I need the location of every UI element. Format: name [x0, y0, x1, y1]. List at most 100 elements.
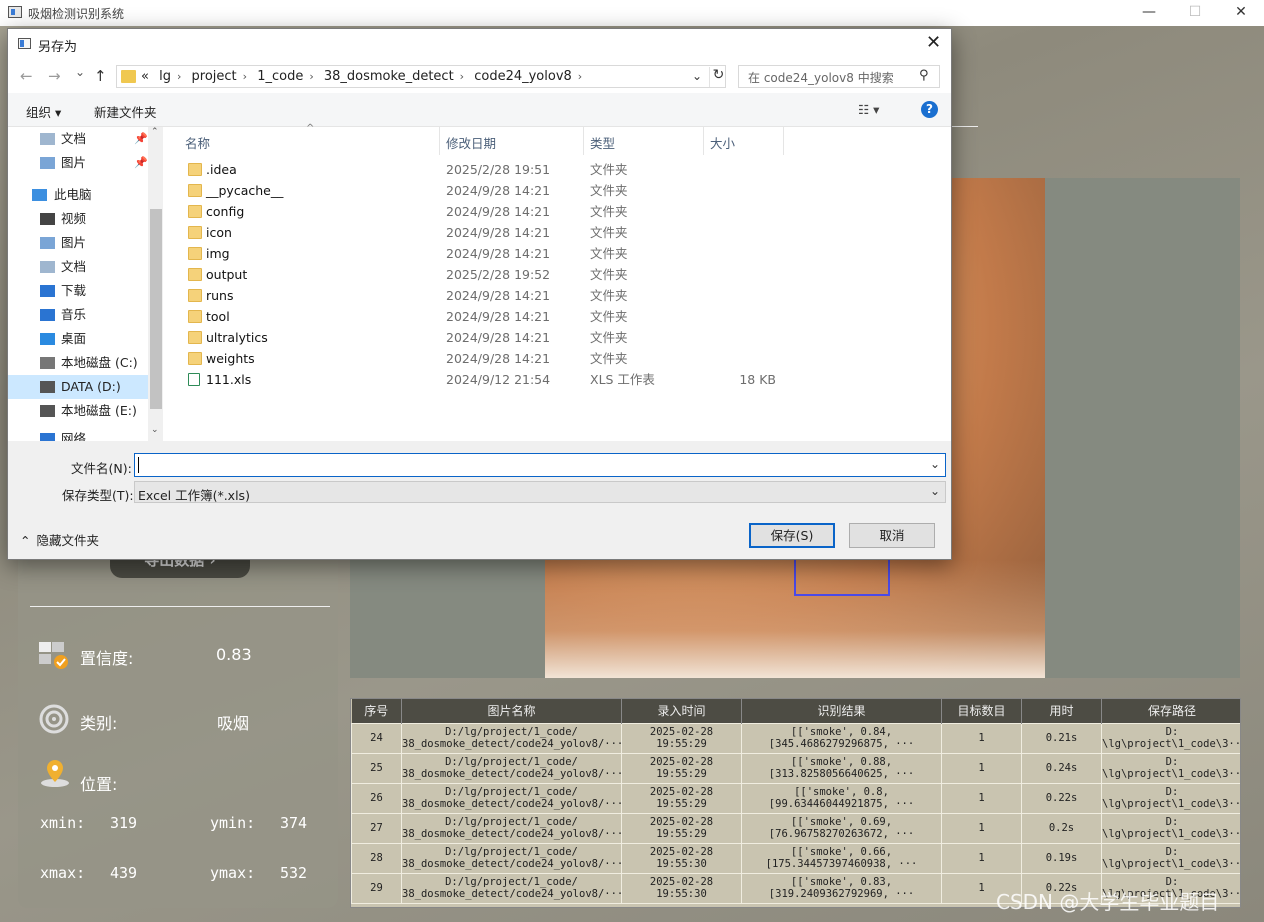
table-cell[interactable]: 2025-02-28 19:55:29 [621, 752, 742, 784]
table-cell[interactable]: 26 [351, 782, 402, 814]
minimize-button[interactable]: — [1126, 0, 1172, 26]
breadcrumb-item[interactable]: code24_yolov8 [474, 69, 572, 84]
table-cell[interactable]: [['smoke', 0.66, [175.34457397460938, ··· [741, 842, 942, 874]
table-cell[interactable]: [['smoke', 0.8, [99.63446044921875, ··· [741, 782, 942, 814]
file-row[interactable]: ultralytics 2024/9/28 14:21 文件夹 [163, 327, 951, 348]
file-row[interactable]: 111.xls 2024/9/12 21:54 XLS 工作表 18 KB [163, 369, 951, 390]
table-cell[interactable]: [['smoke', 0.69, [76.96758270263672, ··· [741, 812, 942, 844]
table-cell[interactable]: 0.2s [1021, 812, 1102, 844]
nav-item[interactable]: 本地磁盘 (C:) [8, 351, 156, 375]
column-header[interactable]: 目标数目 [941, 699, 1022, 723]
cancel-button[interactable]: 取消 [849, 523, 935, 548]
column-header[interactable]: 图片名称 [401, 699, 622, 723]
table-cell[interactable]: 1 [941, 722, 1022, 754]
address-bar[interactable]: « lg › project › 1_code › 38_dosmoke_detect… [116, 65, 726, 88]
table-cell[interactable]: D: \lg\project\1_code\3··· [1101, 722, 1240, 754]
table-cell[interactable]: D:/lg/project/1_code/38_dosmoke_detect/c… [401, 782, 622, 814]
column-separator[interactable] [703, 127, 704, 155]
chevron-right-icon[interactable]: › [177, 70, 181, 83]
column-header[interactable]: 识别结果 [741, 699, 942, 723]
chevron-right-icon[interactable]: › [309, 70, 313, 83]
pin-icon[interactable]: 📌 [134, 151, 148, 175]
column-header[interactable]: 保存路径 [1101, 699, 1240, 723]
nav-item[interactable]: 音乐 [8, 303, 156, 327]
new-folder-button[interactable]: 新建文件夹 [94, 102, 157, 121]
table-cell[interactable]: D:/lg/project/1_code/38_dosmoke_detect/c… [401, 722, 622, 754]
file-row[interactable]: runs 2024/9/28 14:21 文件夹 [163, 285, 951, 306]
table-cell[interactable]: D: \lg\project\1_code\3··· [1101, 842, 1240, 874]
table-cell[interactable]: 2025-02-28 19:55:30 [621, 842, 742, 874]
table-cell[interactable]: D: \lg\project\1_code\3··· [1101, 752, 1240, 784]
scrollbar-thumb[interactable] [150, 209, 162, 409]
column-date[interactable]: 修改日期 [446, 133, 496, 152]
pin-icon[interactable]: 📌 [134, 127, 148, 151]
table-cell[interactable]: 25 [351, 752, 402, 784]
table-cell[interactable]: D:/lg/project/1_code/38_dosmoke_detect/c… [401, 812, 622, 844]
help-icon[interactable]: ? [921, 101, 938, 118]
table-cell[interactable]: 2025-02-28 19:55:30 [621, 872, 742, 904]
table-cell[interactable]: D: \lg\project\1_code\3··· [1101, 782, 1240, 814]
close-button[interactable]: ✕ [1218, 0, 1264, 26]
up-arrow-icon[interactable]: ↑ [94, 67, 107, 85]
table-cell[interactable]: D:/lg/project/1_code/38_dosmoke_detect/c… [401, 872, 622, 904]
maximize-button[interactable]: ☐ [1172, 0, 1218, 26]
file-row[interactable]: config 2024/9/28 14:21 文件夹 [163, 201, 951, 222]
nav-item[interactable]: DATA (D:) [8, 375, 156, 399]
table-cell[interactable]: 2025-02-28 19:55:29 [621, 782, 742, 814]
chevron-down-icon[interactable]: ⌄ [692, 69, 702, 83]
table-cell[interactable]: [['smoke', 0.84, [345.4686279296875, ··· [741, 722, 942, 754]
results-table[interactable]: 序号 图片名称 录入时间 识别结果 目标数目 用时 保存路径 24 D:/lg/p… [350, 698, 1241, 908]
file-row[interactable]: tool 2024/9/28 14:21 文件夹 [163, 306, 951, 327]
breadcrumb-item[interactable]: 38_dosmoke_detect [324, 69, 454, 84]
chevron-right-icon[interactable]: › [460, 70, 464, 83]
organize-button[interactable]: 组织 ▾ [26, 102, 61, 121]
nav-item[interactable]: 图片 [8, 231, 156, 255]
nav-item[interactable]: 下载 [8, 279, 156, 303]
nav-item[interactable]: 网络 [8, 427, 156, 441]
nav-item[interactable]: 图片 📌 [8, 151, 156, 175]
table-row[interactable]: 28 D:/lg/project/1_code/38_dosmoke_detect… [351, 842, 1240, 874]
table-cell[interactable]: [['smoke', 0.83, [319.2409362792969, ··· [741, 872, 942, 904]
table-cell[interactable]: 2025-02-28 19:55:29 [621, 812, 742, 844]
file-row[interactable]: icon 2024/9/28 14:21 文件夹 [163, 222, 951, 243]
table-cell[interactable]: 27 [351, 812, 402, 844]
column-size[interactable]: 大小 [710, 133, 735, 152]
dialog-close-button[interactable]: ✕ [926, 32, 941, 53]
file-row[interactable]: .idea 2025/2/28 19:51 文件夹 [163, 159, 951, 180]
scroll-down-icon[interactable]: ⌄ [151, 425, 159, 435]
column-header[interactable]: 序号 [351, 699, 402, 723]
table-cell[interactable]: 1 [941, 812, 1022, 844]
search-box[interactable]: 在 code24_yolov8 中搜索 ⚲ [738, 65, 940, 88]
refresh-icon[interactable]: ↻ [709, 67, 727, 87]
scroll-up-icon[interactable]: ⌃ [151, 127, 159, 137]
table-cell[interactable]: D:/lg/project/1_code/38_dosmoke_detect/c… [401, 842, 622, 874]
nav-item[interactable]: 文档 📌 [8, 127, 156, 151]
nav-item[interactable]: 视频 [8, 207, 156, 231]
save-button[interactable]: 保存(S) [749, 523, 835, 548]
table-cell[interactable]: [['smoke', 0.88, [313.8258056640625, ··· [741, 752, 942, 784]
file-row[interactable]: img 2024/9/28 14:21 文件夹 [163, 243, 951, 264]
table-row[interactable]: 27 D:/lg/project/1_code/38_dosmoke_detect… [351, 812, 1240, 844]
breadcrumb-item[interactable]: lg [159, 69, 171, 84]
column-separator[interactable] [583, 127, 584, 155]
column-header[interactable]: 用时 [1021, 699, 1102, 723]
column-header[interactable]: 录入时间 [621, 699, 742, 723]
nav-item[interactable]: 本地磁盘 (E:) [8, 399, 156, 423]
filename-input[interactable]: ⌄ [134, 453, 946, 477]
file-row[interactable]: weights 2024/9/28 14:21 文件夹 [163, 348, 951, 369]
column-name[interactable]: 名称 [185, 133, 210, 152]
nav-item[interactable]: 桌面 [8, 327, 156, 351]
table-row[interactable]: 24 D:/lg/project/1_code/38_dosmoke_detect… [351, 722, 1240, 754]
nav-item[interactable]: 文档 [8, 255, 156, 279]
table-cell[interactable]: 1 [941, 782, 1022, 814]
nav-item[interactable]: 此电脑 [8, 183, 156, 207]
recent-locations-icon[interactable]: ⌄ [75, 65, 85, 79]
view-options-button[interactable]: ☷ ▾ [858, 102, 879, 117]
table-cell[interactable]: 1 [941, 842, 1022, 874]
search-icon[interactable]: ⚲ [919, 68, 929, 83]
table-cell[interactable]: 0.22s [1021, 782, 1102, 814]
file-row[interactable]: output 2025/2/28 19:52 文件夹 [163, 264, 951, 285]
navigation-pane[interactable]: 文档 📌 图片 📌 此电脑 视频 图片 文档 下载 音乐 桌面 本地磁盘 (C:) DATA (D:) 本… [8, 127, 163, 441]
table-cell[interactable]: 1 [941, 752, 1022, 784]
table-cell[interactable]: 2025-02-28 19:55:29 [621, 722, 742, 754]
